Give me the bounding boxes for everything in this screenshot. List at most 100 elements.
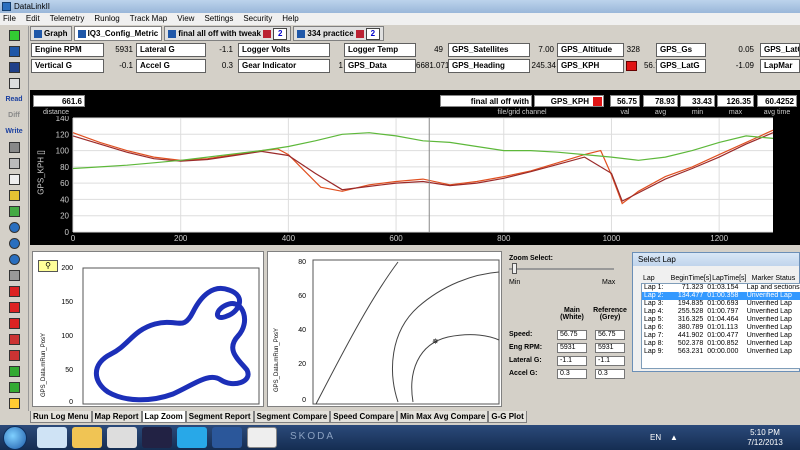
tab-segment-compare[interactable]: Segment Compare <box>253 411 331 423</box>
arrow-down-icon[interactable] <box>4 316 24 330</box>
tab-final-all-off[interactable]: final all off with tweak 2 <box>164 26 292 41</box>
distance-readout: 661.6 <box>33 95 85 107</box>
driver-icon[interactable] <box>4 332 24 346</box>
menu-help[interactable]: Help <box>282 13 298 25</box>
taskbar: SKODA EN ▲ 5:10 PM 7/12/2013 <box>0 425 800 450</box>
zoom-map[interactable]: 80 60 40 20 0 GPS_Data.mRun_PosY ✵ <box>268 252 501 406</box>
menu-security[interactable]: Security <box>243 13 272 25</box>
tray-icons[interactable]: ▲ <box>670 433 678 442</box>
tab-config[interactable]: IQ3_Config_Metric <box>73 26 163 41</box>
lap-row[interactable]: Lap 3: 194.835 01:00.693 Unverified Lap <box>642 300 800 308</box>
map-y-label: GPS_Data.mRun_PosY <box>41 333 47 397</box>
read-button[interactable]: Read <box>4 92 24 106</box>
graph-icon <box>34 29 42 38</box>
zoom-fit-icon[interactable] <box>4 252 24 266</box>
lap-row-selected[interactable]: Lap 2: 134.477 01:00.358 Unverified Lap <box>642 292 800 300</box>
warning-icon[interactable] <box>4 396 24 410</box>
lap-row[interactable]: Lap 1: 71.323 01:03.154 Lap and sections v <box>642 284 800 292</box>
main-column-header: Main (White) <box>560 307 584 321</box>
x-tick-label: 0 <box>71 234 76 243</box>
param-label: GPS_Heading <box>448 59 530 73</box>
tab-run-log-menu[interactable]: Run Log Menu <box>30 411 92 423</box>
left-toolbar: Read Diff Write <box>0 26 29 411</box>
tab-segment-report[interactable]: Segment Report <box>185 411 254 423</box>
tab-graph[interactable]: Graph <box>30 26 72 41</box>
arrow-left-icon[interactable] <box>4 284 24 298</box>
menu-runlog[interactable]: Runlog <box>94 13 119 25</box>
tab-map-report[interactable]: Map Report <box>91 411 142 423</box>
max-readout: 126.35 <box>717 95 754 107</box>
x-tick-label: 1200 <box>710 234 728 243</box>
word-icon[interactable] <box>212 427 242 448</box>
lap-list[interactable]: Lap 1: 71.323 01:03.154 Lap and sections v … <box>641 283 800 369</box>
tab-min-max-avg-compare[interactable]: Min Max Avg Compare <box>397 411 489 423</box>
param-label: Logger Volts <box>238 43 330 57</box>
param-label: GPS_LatG <box>760 43 800 57</box>
lap-row[interactable]: Lap 8: 502.378 01:00.852 Unverified Lap <box>642 340 800 348</box>
y-tick-label: 120 <box>56 130 70 139</box>
tab-lap-zoom[interactable]: Lap Zoom <box>141 411 186 423</box>
x-tick-label: 400 <box>282 234 296 243</box>
clock-time[interactable]: 5:10 PM <box>740 428 790 437</box>
param-label: Vertical G <box>31 59 104 73</box>
driver-alt-icon[interactable] <box>4 348 24 362</box>
printer-icon[interactable] <box>4 140 24 154</box>
ie-icon[interactable] <box>37 427 67 448</box>
flag-icon[interactable] <box>4 188 24 202</box>
tab-count: 2 <box>272 27 288 40</box>
layers-icon[interactable] <box>4 204 24 218</box>
app-icon <box>2 2 11 11</box>
lap-row[interactable]: Lap 7: 441.902 01:00.477 Unverified Lap <box>642 332 800 340</box>
lap-row[interactable]: Lap 5: 316.325 01:04.464 Unverified Lap <box>642 316 800 324</box>
x-tick-label: 600 <box>389 234 403 243</box>
menu-edit[interactable]: Edit <box>26 13 40 25</box>
menu-telemetry[interactable]: Telemetry <box>50 13 85 25</box>
lap-row[interactable]: Lap 9: 563.231 00:00.000 Unverified Lap <box>642 348 800 356</box>
tab-334-practice[interactable]: 334 practice 2 <box>293 26 385 41</box>
new-icon[interactable] <box>4 28 24 42</box>
arrow-right-icon[interactable] <box>4 300 24 314</box>
x-tick-label: 800 <box>497 234 511 243</box>
tab-speed-compare[interactable]: Speed Compare <box>330 411 398 423</box>
zoom-out-icon[interactable] <box>4 236 24 250</box>
lap-row[interactable]: Lap 4: 255.528 01:00.797 Unverified Lap <box>642 308 800 316</box>
lap-row[interactable]: Lap 6: 380.789 01:01.113 Unverified Lap <box>642 324 800 332</box>
lock-icon[interactable] <box>4 268 24 282</box>
menu-view[interactable]: View <box>177 13 194 25</box>
eraser-icon[interactable] <box>4 172 24 186</box>
chart-up-icon[interactable] <box>4 364 24 378</box>
language-indicator[interactable]: EN <box>650 433 661 442</box>
tab-g-g-plot[interactable]: G-G Plot <box>488 411 527 423</box>
zoom-y-tick: 40 <box>298 327 306 334</box>
zoom-in-icon[interactable] <box>4 220 24 234</box>
clock-date[interactable]: 7/12/2013 <box>740 438 790 447</box>
menu-settings[interactable]: Settings <box>204 13 233 25</box>
explorer-icon[interactable] <box>72 427 102 448</box>
menu-file[interactable]: File <box>3 13 16 25</box>
start-button[interactable] <box>3 426 27 450</box>
zoom-slider-track[interactable] <box>509 268 614 270</box>
zoom-slider-thumb[interactable] <box>512 263 517 274</box>
map-y-tick: 50 <box>65 367 73 374</box>
write-button[interactable]: Write <box>4 124 24 138</box>
param-label: GPS_Data <box>344 59 416 73</box>
reference-column-header: Reference (Grey) <box>593 307 627 321</box>
grid-icon[interactable] <box>4 76 24 90</box>
track-map[interactable]: 200 150 100 50 0 GPS_Data.mRun_PosY <box>33 252 263 406</box>
runner-icon[interactable] <box>142 427 172 448</box>
skype-icon[interactable] <box>177 427 207 448</box>
library-icon[interactable] <box>107 427 137 448</box>
param-value: 7.00 <box>538 45 554 54</box>
param-label: GPS_Satellites <box>448 43 530 57</box>
menu-track-map[interactable]: Track Map <box>130 13 168 25</box>
diff-button[interactable]: Diff <box>4 108 24 122</box>
window-title: DataLinkII <box>14 2 51 11</box>
map-y-tick: 150 <box>61 299 73 306</box>
zoom-y-tick: 60 <box>298 293 306 300</box>
save-icon[interactable] <box>4 60 24 74</box>
speed-chart[interactable]: 0 20 40 60 80 100 120 140 0 200 400 600 800 1000 1200 <box>30 116 800 245</box>
datalink-taskbar-icon[interactable] <box>247 427 277 448</box>
chart-down-icon[interactable] <box>4 380 24 394</box>
edit-icon[interactable] <box>4 156 24 170</box>
open-icon[interactable] <box>4 44 24 58</box>
